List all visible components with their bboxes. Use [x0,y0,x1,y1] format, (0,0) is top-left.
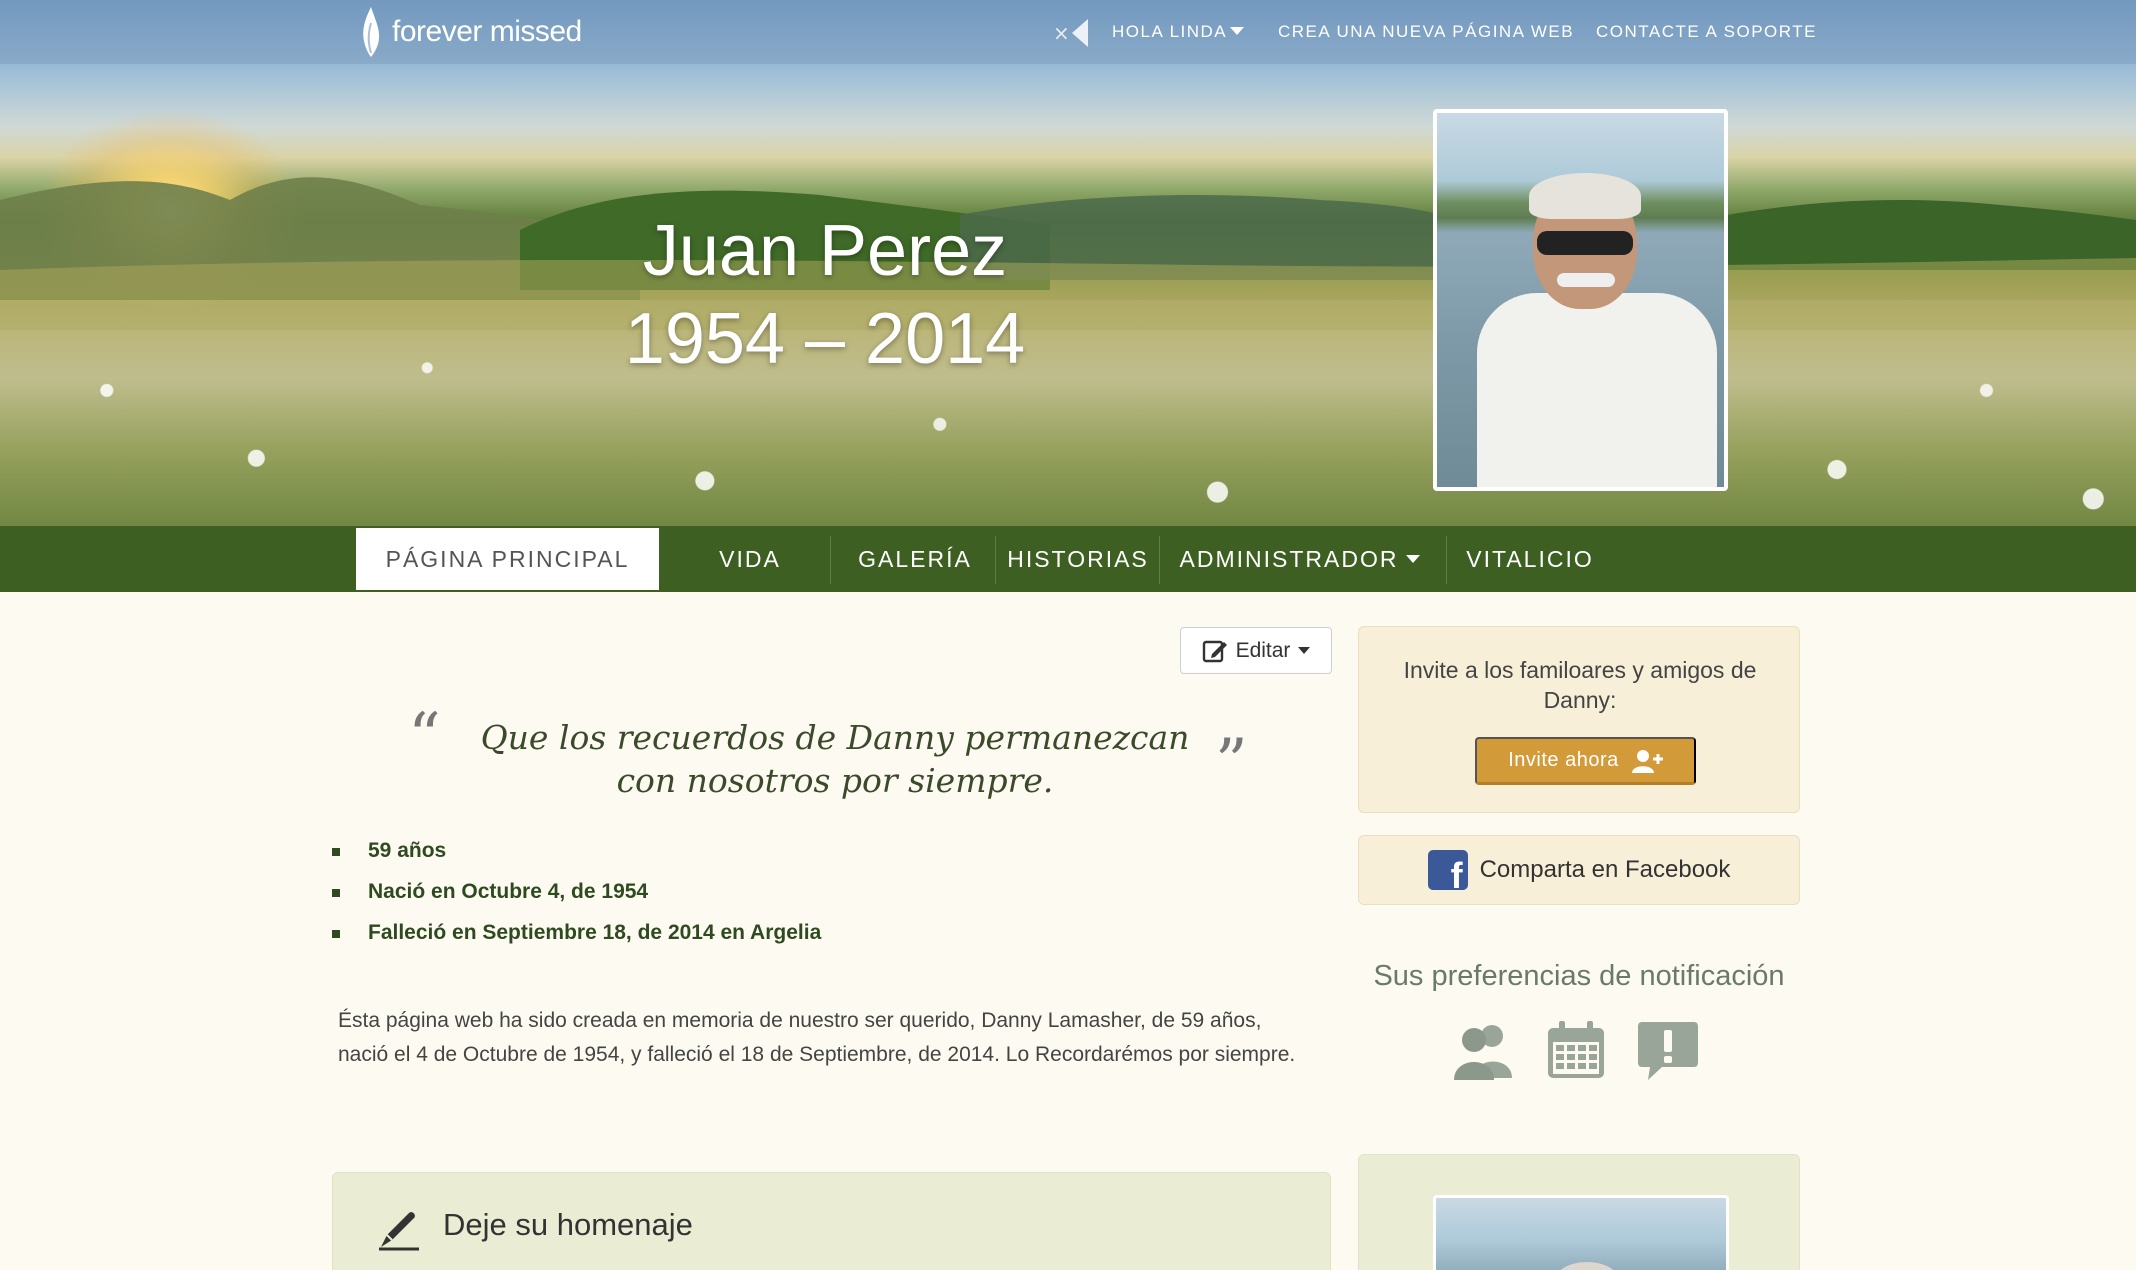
facts-list: 59 años Nació en Octubre 4, de 1954 Fall… [332,834,821,957]
tab-lifetime[interactable]: VITALICIO [1455,526,1605,592]
tab-admin[interactable]: ADMINISTRADOR [1170,526,1430,592]
fact-age: 59 años [332,834,821,875]
quote-close-mark: ” [1215,726,1248,800]
tab-home[interactable]: PÁGINA PRINCIPAL [356,528,659,590]
tribute-panel[interactable]: Deje su homenaje [332,1172,1331,1270]
photo-panel [1358,1154,1800,1270]
fact-died: Falleció en Septiembre 18, de 2014 en Ar… [332,916,821,957]
memorial-bio: Ésta página web ha sido creada en memori… [338,1009,1296,1066]
main-nav: PÁGINA PRINCIPAL VIDA GALERÍA HISTORIAS … [0,526,2136,592]
portrait-hair [1529,173,1641,219]
alert-bubble-icon[interactable] [1636,1018,1700,1082]
logo-text: forever missed [392,15,582,48]
facebook-share[interactable]: f Comparta en Facebook [1358,835,1800,905]
invite-panel: Invite a los familoares y amigos de Dann… [1358,626,1800,813]
nav-divider [1159,536,1160,584]
calendar-icon[interactable] [1544,1018,1608,1082]
mute-x-icon: × [1053,21,1070,45]
flame-icon [363,7,380,57]
fact-text: 59 años [368,839,447,862]
users-icon[interactable] [1452,1018,1516,1082]
logo[interactable]: forever missed [360,4,582,60]
tribute-title: Deje su homenaje [443,1207,693,1242]
caret-down-icon [1230,27,1245,35]
invite-text: Invite a los familoares y amigos de Dann… [1403,657,1757,713]
portrait-mustache [1557,273,1615,287]
quote-open-mark: “ [408,700,441,774]
fact-born: Nació en Octubre 4, de 1954 [332,875,821,916]
tab-gallery[interactable]: GALERÍA [840,526,990,592]
mute-toggle[interactable]: × [1053,18,1091,48]
fact-text: Falleció en Septiembre 18, de 2014 en Ar… [368,921,822,944]
tab-life[interactable]: VIDA [670,526,830,592]
portrait-glasses [1537,231,1633,255]
invite-button-label: Invite ahora [1508,749,1619,771]
fact-text: Nació en Octubre 4, de 1954 [368,880,649,903]
notification-prefs-title: Sus preferencias de notificación [1373,960,1785,992]
pen-icon [379,1212,419,1251]
user-menu-label: HOLA LINDA [1112,22,1228,41]
notification-icons [1452,1018,1712,1082]
memorial-dates: 1954 – 2014 [624,299,1026,379]
invite-button[interactable]: Invite ahora [1475,737,1696,785]
nav-divider [1446,536,1447,584]
edit-icon [1202,640,1227,662]
portrait-thumbnail[interactable] [1433,1195,1729,1270]
caret-down-icon [1298,647,1311,654]
edit-label: Editar [1235,638,1291,662]
support-link[interactable]: CONTACTE A SOPORTE [1596,22,1817,42]
edit-button[interactable]: Editar [1180,627,1332,674]
facebook-icon: f [1427,850,1468,894]
memorial-portrait[interactable] [1433,109,1728,491]
user-menu[interactable]: HOLA LINDA [1112,22,1245,42]
tab-stories[interactable]: HISTORIAS [1000,526,1156,592]
nav-divider [830,536,831,584]
tab-admin-label: ADMINISTRADOR [1179,546,1399,572]
caret-down-icon [1406,555,1421,563]
bullet [332,848,340,856]
memorial-quote: Que los recuerdos de Danny permanezcan c… [480,718,1190,800]
add-user-icon [1631,749,1663,773]
speaker-icon [1071,19,1088,47]
facebook-share-label: Comparta en Facebook [1479,856,1731,883]
nav-divider [995,536,996,584]
thumbnail-hair [1554,1262,1620,1270]
memorial-name: Juan Perez [642,211,1008,291]
bullet [332,889,340,897]
bullet [332,930,340,938]
portrait-body [1477,293,1717,487]
create-site-link[interactable]: CREA UNA NUEVA PÁGINA WEB [1278,22,1574,42]
